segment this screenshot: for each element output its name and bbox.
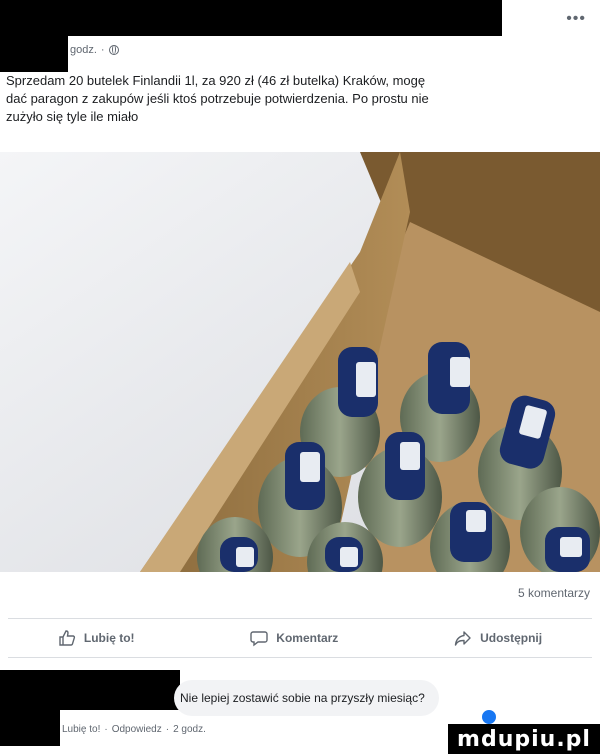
divider [8, 618, 592, 619]
comment-bubble-icon [250, 631, 268, 647]
comment-text: Nie lepiej zostawić sobie na przyszły mi… [180, 691, 425, 705]
thumbs-up-icon [59, 630, 75, 646]
share-label: Udostępnij [480, 631, 543, 645]
separator-dot: · [100, 44, 105, 56]
comment-bubble: Nie lepiej zostawić sobie na przyszły mi… [174, 680, 439, 716]
redacted-commenter-avatar [0, 706, 60, 746]
comment-label: Komentarz [276, 631, 339, 645]
post-text: Sprzedam 20 butelek Finlandii 1l, za 920… [6, 72, 594, 126]
post-text-line: zużyło się tyle ile miało [6, 109, 139, 124]
like-button[interactable]: Lubię to! [58, 629, 135, 647]
post-time[interactable]: godz. [70, 44, 97, 56]
redacted-author-avatar [0, 36, 68, 72]
comment-count[interactable]: 5 komentarzy [518, 586, 590, 600]
comment-like-link[interactable]: Lubię to! [62, 724, 100, 735]
separator-dot: · [165, 724, 170, 735]
like-label: Lubię to! [83, 631, 135, 645]
post-photo[interactable] [0, 152, 600, 572]
comment-actions: Lubię to! · Odpowiedz · 2 godz. [62, 724, 206, 735]
comment-time[interactable]: 2 godz. [173, 724, 206, 735]
post-actions: Lubię to! Komentarz Udostępnij [0, 620, 600, 656]
share-arrow-icon [454, 631, 471, 646]
more-options-icon[interactable]: ••• [566, 10, 586, 28]
post-meta: godz. · [70, 44, 119, 56]
redacted-author-name [0, 0, 502, 36]
comment-reply-link[interactable]: Odpowiedz [112, 724, 162, 735]
share-button[interactable]: Udostępnij [454, 629, 542, 647]
comment-button[interactable]: Komentarz [250, 629, 338, 647]
divider [8, 657, 592, 658]
post-text-line: dać paragon z zakupów jeśli ktoś potrzeb… [6, 91, 429, 106]
separator-dot: · [104, 724, 108, 735]
bottles-in-box-image [0, 152, 600, 572]
globe-icon [108, 45, 119, 55]
post-text-line: Sprzedam 20 butelek Finlandii 1l, za 920… [6, 73, 426, 88]
redacted-commenter-name [0, 670, 180, 710]
watermark-logo: mdupiu.pl [448, 724, 600, 754]
